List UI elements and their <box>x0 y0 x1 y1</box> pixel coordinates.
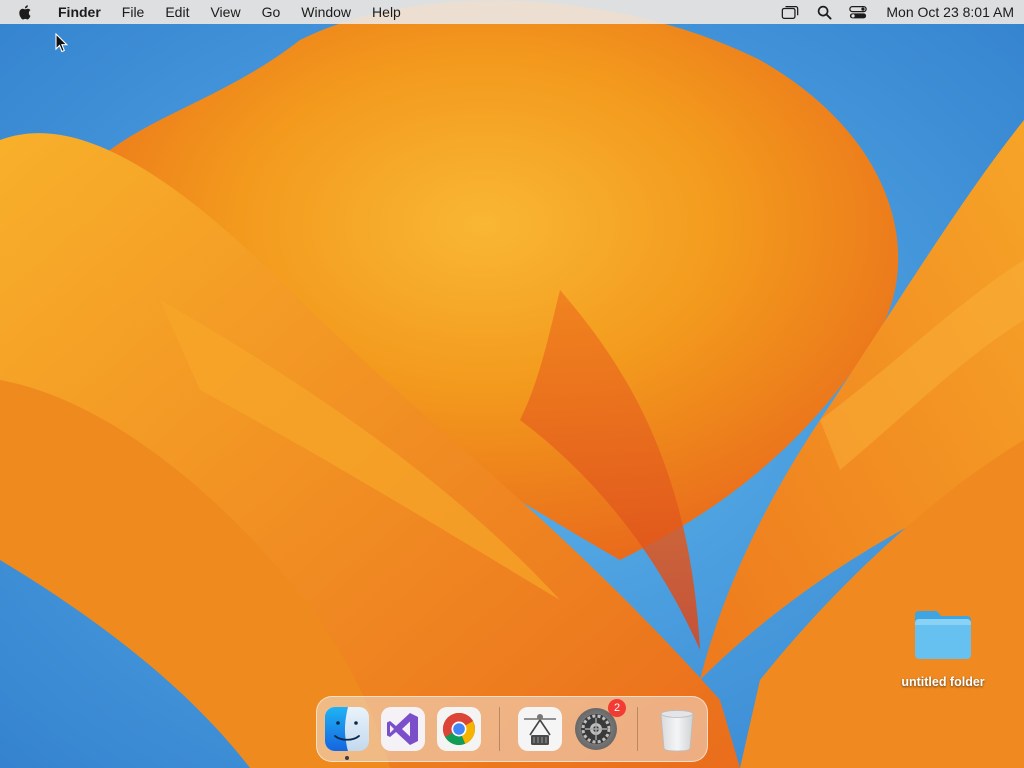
menu-go[interactable]: Go <box>262 4 281 20</box>
menu-file[interactable]: File <box>122 4 145 20</box>
crane-claw-icon <box>518 707 562 751</box>
menu-edit[interactable]: Edit <box>165 4 189 20</box>
notification-badge: 2 <box>608 699 626 717</box>
chrome-icon <box>437 707 481 751</box>
menu-window[interactable]: Window <box>301 4 351 20</box>
mouse-pointer-icon <box>55 33 69 53</box>
dock-item-crane-tool[interactable] <box>516 705 564 753</box>
spotlight-search-icon[interactable] <box>814 4 834 20</box>
menu-app-name[interactable]: Finder <box>58 4 101 20</box>
folder-icon <box>915 611 971 659</box>
folder-label: untitled folder <box>901 675 985 689</box>
desktop-folder[interactable]: untitled folder <box>893 607 993 697</box>
status-area: Mon Oct 23 8:01 AM <box>766 4 1014 20</box>
menu-help[interactable]: Help <box>372 4 401 20</box>
dock-item-trash[interactable] <box>653 705 701 753</box>
finder-icon <box>325 707 369 751</box>
trash-icon <box>660 710 694 752</box>
dock-item-visual-studio[interactable] <box>379 705 427 753</box>
wallpaper <box>0 0 1024 768</box>
dock-separator <box>499 707 500 751</box>
dock-item-system-settings[interactable]: 2 <box>572 699 626 753</box>
control-center-icon[interactable] <box>848 4 868 20</box>
menu-bar: Finder File Edit View Go Window Help Mon… <box>0 0 1024 24</box>
running-indicator <box>345 756 349 760</box>
screen-mirroring-icon[interactable] <box>780 4 800 20</box>
desktop[interactable]: Finder File Edit View Go Window Help Mon… <box>0 0 1024 768</box>
menu-clock[interactable]: Mon Oct 23 8:01 AM <box>886 4 1014 20</box>
dock-item-chrome[interactable] <box>435 705 483 753</box>
visual-studio-icon <box>381 707 425 751</box>
dock: 2 <box>316 696 708 762</box>
dock-separator <box>637 707 638 751</box>
dock-item-finder[interactable] <box>323 705 371 753</box>
menu-view[interactable]: View <box>210 4 240 20</box>
apple-logo-icon[interactable] <box>18 3 34 21</box>
